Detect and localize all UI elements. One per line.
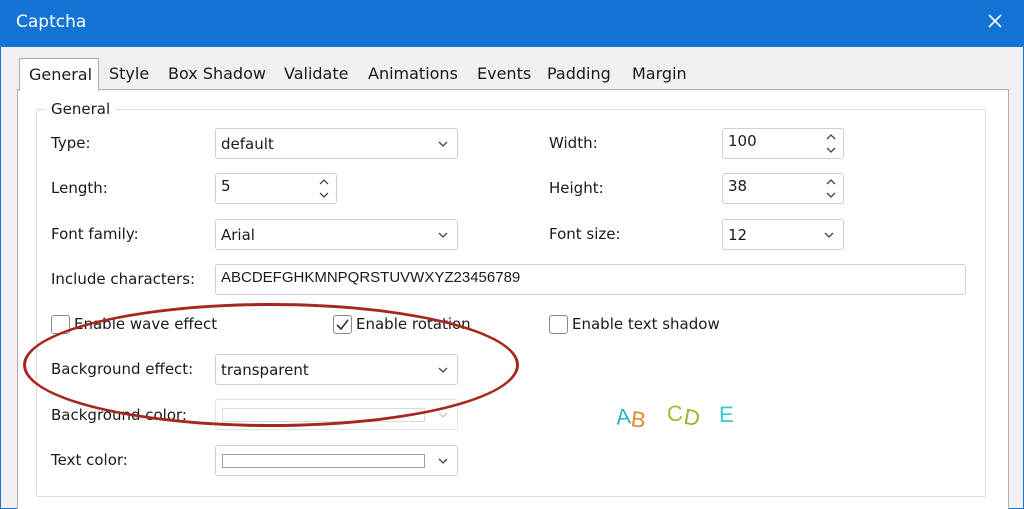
- close-icon: [988, 14, 1002, 28]
- wave-effect-checkbox[interactable]: [51, 315, 70, 334]
- preview-char-d: D: [682, 403, 703, 432]
- chevron-up-icon[interactable]: [825, 132, 837, 142]
- chevron-down-icon: [438, 458, 448, 464]
- preview-char-e: E: [719, 402, 734, 427]
- captcha-dialog: Captcha General Style Box Shadow Validat…: [0, 0, 1024, 509]
- tab-style[interactable]: Style: [109, 58, 149, 90]
- text-color-label: Text color:: [51, 451, 128, 469]
- type-select[interactable]: default: [215, 128, 458, 159]
- tab-general[interactable]: General: [19, 58, 99, 91]
- width-stepper[interactable]: 100: [722, 128, 844, 159]
- chevron-down-icon[interactable]: [825, 190, 837, 200]
- chevron-down-icon: [438, 367, 448, 373]
- tab-validate[interactable]: Validate: [284, 58, 348, 90]
- tab-padding[interactable]: Padding: [547, 58, 611, 90]
- background-color-label: Background color:: [51, 406, 187, 424]
- tab-box-shadow[interactable]: Box Shadow: [168, 58, 266, 90]
- rotation-checkbox[interactable]: [333, 315, 352, 334]
- text-shadow-label[interactable]: Enable text shadow: [572, 315, 720, 333]
- chevron-down-icon: [824, 232, 834, 238]
- font-family-label: Font family:: [51, 225, 139, 243]
- tab-strip: General Style Box Shadow Validate Animat…: [17, 58, 1007, 91]
- height-value: 38: [728, 177, 748, 195]
- captcha-preview: A B C D E: [601, 399, 741, 435]
- background-color-swatch: [222, 408, 425, 422]
- length-label: Length:: [51, 179, 108, 197]
- height-stepper[interactable]: 38: [722, 173, 844, 204]
- general-group: General: [36, 100, 986, 497]
- background-color-picker[interactable]: [215, 399, 458, 430]
- type-label: Type:: [51, 134, 91, 152]
- font-size-label: Font size:: [549, 225, 621, 243]
- length-stepper[interactable]: 5: [215, 173, 337, 204]
- close-button[interactable]: [967, 1, 1023, 41]
- wave-effect-label[interactable]: Enable wave effect: [74, 315, 217, 333]
- background-effect-label: Background effect:: [51, 360, 194, 378]
- tab-panel-general: General: [17, 89, 1009, 509]
- chevron-up-icon[interactable]: [825, 177, 837, 187]
- chevron-down-icon[interactable]: [825, 145, 837, 155]
- chevron-down-icon: [438, 141, 448, 147]
- font-family-value: Arial: [221, 226, 255, 244]
- tab-margin[interactable]: Margin: [632, 58, 687, 90]
- type-value: default: [221, 135, 274, 153]
- chevron-down-icon: [438, 232, 448, 238]
- include-characters-input[interactable]: ABCDEFGHKMNPQRSTUVWXYZ23456789: [215, 264, 966, 295]
- include-characters-label: Include characters:: [51, 270, 196, 288]
- include-characters-value: ABCDEFGHKMNPQRSTUVWXYZ23456789: [221, 269, 521, 286]
- group-legend: General: [45, 100, 117, 118]
- text-color-picker[interactable]: [215, 445, 458, 476]
- text-color-swatch: [222, 454, 425, 468]
- tab-animations[interactable]: Animations: [368, 58, 458, 90]
- preview-char-c: C: [666, 400, 684, 427]
- background-effect-value: transparent: [221, 361, 309, 379]
- tab-events[interactable]: Events: [477, 58, 531, 90]
- length-value: 5: [221, 177, 231, 195]
- title-bar: Captcha: [1, 1, 1023, 47]
- window-title: Captcha: [16, 12, 87, 32]
- font-size-select[interactable]: 12: [722, 219, 844, 250]
- text-shadow-checkbox[interactable]: [549, 315, 568, 334]
- width-value: 100: [728, 132, 757, 150]
- chevron-up-icon[interactable]: [318, 177, 330, 187]
- chevron-down-icon[interactable]: [318, 190, 330, 200]
- background-effect-select[interactable]: transparent: [215, 354, 458, 385]
- width-label: Width:: [549, 134, 598, 152]
- checkmark-icon: [336, 319, 349, 331]
- font-size-value: 12: [728, 226, 748, 244]
- rotation-label[interactable]: Enable rotation: [356, 315, 471, 333]
- preview-char-b: B: [629, 406, 648, 433]
- chevron-down-icon: [438, 412, 448, 418]
- height-label: Height:: [549, 179, 604, 197]
- font-family-select[interactable]: Arial: [215, 219, 458, 250]
